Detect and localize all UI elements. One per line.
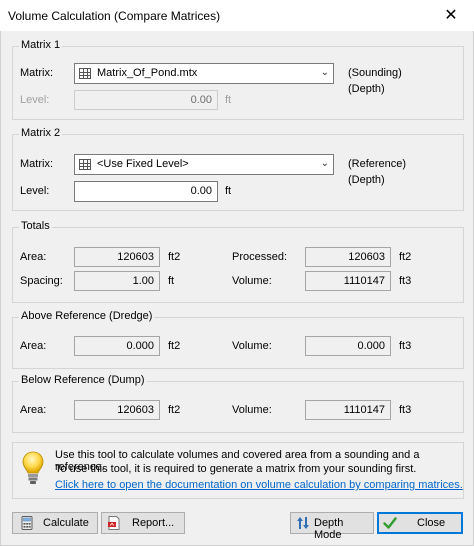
totals-volume-unit: ft3 (399, 275, 412, 287)
matrix1-role-line1: (Sounding) (348, 67, 402, 79)
info-panel: Use this tool to calculate volumes and c… (12, 442, 464, 499)
totals-area-unit: ft2 (168, 251, 181, 263)
totals-area-value: 120603 (74, 247, 160, 267)
close-button-label: Close (417, 517, 446, 529)
window-close-button[interactable]: ✕ (428, 0, 474, 31)
matrix2-role-line1: (Reference) (348, 158, 407, 170)
above-group: Above Reference (Dredge) Area: 0.000 ft2… (12, 310, 464, 369)
below-area-unit: ft2 (168, 404, 181, 416)
matrix2-matrix-dropdown[interactable]: <Use Fixed Level> ⌄ (74, 154, 334, 175)
totals-area-label: Area: (20, 251, 47, 263)
documentation-link[interactable]: Click here to open the documentation on … (55, 479, 463, 491)
matrix2-role-line2: (Depth) (348, 174, 385, 186)
totals-group: Totals Area: 120603 ft2 Processed: 12060… (12, 220, 464, 303)
below-volume-label: Volume: (232, 404, 272, 416)
above-volume-label: Volume: (232, 340, 272, 352)
above-volume-value: 0.000 (305, 336, 391, 356)
totals-volume-value: 1110147 (305, 271, 391, 291)
below-group-title: Below Reference (Dump) (19, 374, 147, 386)
matrix2-level-input[interactable]: 0.00 (74, 181, 218, 202)
grid-icon (79, 159, 91, 170)
matrix2-level-unit: ft (225, 185, 232, 197)
matrix1-level-field: 0.00 (74, 90, 218, 110)
totals-group-title: Totals (19, 220, 52, 232)
below-area-label: Area: (20, 404, 47, 416)
totals-processed-unit: ft2 (399, 251, 412, 263)
depth-mode-button-label: Depth Mode (314, 517, 344, 541)
below-volume-value: 1110147 (305, 400, 391, 420)
info-text-line2: To use this tool, it is required to gene… (55, 463, 417, 475)
matrix1-role-line2: (Depth) (348, 83, 385, 95)
depth-mode-button[interactable]: Depth Mode (290, 512, 374, 541)
totals-spacing-label: Spacing: (20, 275, 63, 287)
lightbulb-icon (22, 451, 44, 484)
above-area-unit: ft2 (168, 340, 181, 352)
matrix2-group-title: Matrix 2 (19, 127, 63, 139)
above-group-title: Above Reference (Dredge) (19, 310, 155, 322)
totals-processed-label: Processed: (232, 251, 288, 263)
calculator-icon (21, 516, 33, 530)
below-volume-unit: ft3 (399, 404, 412, 416)
dialog-body: Matrix 1 Matrix: Matrix_Of_Pond.mtx ⌄ (S… (0, 31, 474, 546)
totals-processed-value: 120603 (305, 247, 391, 267)
grid-icon (79, 68, 91, 79)
totals-volume-label: Volume: (232, 275, 272, 287)
report-button[interactable]: Report... (101, 512, 185, 534)
report-button-label: Report... (132, 517, 175, 529)
matrix1-matrix-value: Matrix_Of_Pond.mtx (97, 67, 198, 79)
checkmark-icon (383, 517, 397, 529)
matrix2-matrix-label: Matrix: (20, 158, 53, 170)
calculate-button-label: Calculate (43, 517, 89, 529)
calculate-button[interactable]: Calculate (12, 512, 98, 534)
above-area-label: Area: (20, 340, 47, 352)
title-bar: Volume Calculation (Compare Matrices) ✕ (0, 0, 474, 31)
up-down-arrows-icon (297, 517, 309, 529)
matrix2-group: Matrix 2 Matrix: <Use Fixed Level> ⌄ (Re… (12, 127, 464, 211)
above-volume-unit: ft3 (399, 340, 412, 352)
matrix1-group-title: Matrix 1 (19, 39, 63, 51)
close-button[interactable]: Close (377, 512, 463, 534)
chevron-down-icon: ⌄ (320, 158, 329, 169)
matrix1-level-unit: ft (225, 94, 232, 106)
matrix1-matrix-label: Matrix: (20, 67, 53, 79)
window-title: Volume Calculation (Compare Matrices) (8, 9, 221, 23)
below-area-value: 120603 (74, 400, 160, 420)
above-area-value: 0.000 (74, 336, 160, 356)
matrix2-level-label: Level: (20, 185, 50, 197)
totals-spacing-value: 1.00 (74, 271, 160, 291)
chevron-down-icon: ⌄ (320, 67, 329, 78)
matrix2-matrix-value: <Use Fixed Level> (97, 158, 189, 170)
matrix1-level-label: Level: (20, 94, 50, 106)
matrix1-group: Matrix 1 Matrix: Matrix_Of_Pond.mtx ⌄ (S… (12, 39, 464, 120)
below-group: Below Reference (Dump) Area: 120603 ft2 … (12, 374, 464, 433)
matrix1-matrix-dropdown[interactable]: Matrix_Of_Pond.mtx ⌄ (74, 63, 334, 84)
pdf-report-icon (108, 516, 120, 530)
totals-spacing-unit: ft (168, 275, 175, 287)
